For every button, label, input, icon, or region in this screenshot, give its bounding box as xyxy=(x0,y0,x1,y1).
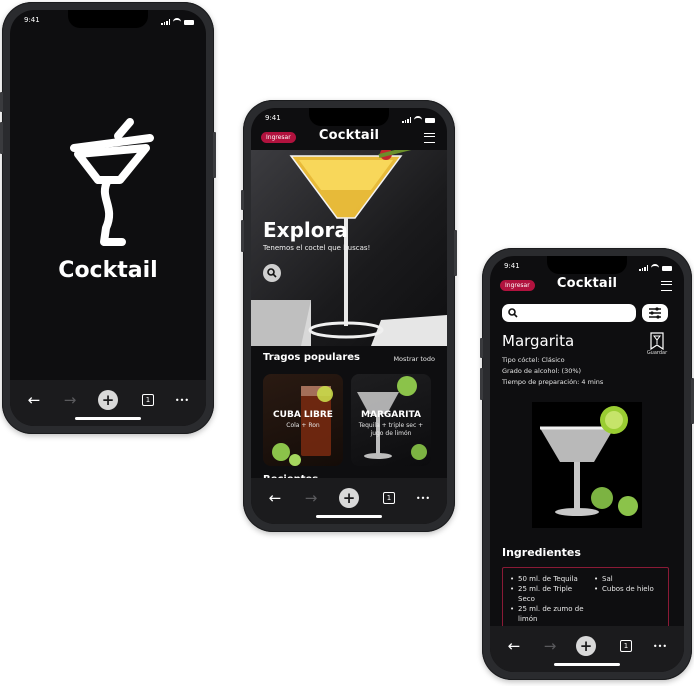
ingredients-list-right: Sal Cubos de hielo xyxy=(593,574,665,594)
battery-icon xyxy=(184,19,194,25)
tabs-count: 1 xyxy=(142,394,154,406)
forward-button[interactable]: → xyxy=(540,636,560,656)
card-title: CUBA LIBRE xyxy=(273,410,333,420)
card-title: MARGARITA xyxy=(361,410,421,420)
tabs-button[interactable]: 1 xyxy=(138,390,158,410)
status-time: 9:41 xyxy=(504,262,520,270)
screen: 9:41 Ingresar Cocktail Explora Tenemos e… xyxy=(251,108,447,524)
card-cuba-libre[interactable]: CUBA LIBRE Cola + Ron xyxy=(263,374,343,466)
phone-splash: 9:41 Cocktail ← → + 1 ••• xyxy=(0,2,216,434)
home-indicator xyxy=(75,417,141,420)
drink-type: Tipo cóctel: Clásico xyxy=(502,356,565,364)
ingredient-item: 25 ml. de zumo de limón xyxy=(509,604,589,624)
tabs-button[interactable]: 1 xyxy=(379,488,399,508)
side-button xyxy=(213,132,216,178)
status-bar: 9:41 xyxy=(265,114,435,126)
drink-name: Margarita xyxy=(502,332,575,350)
side-button xyxy=(454,230,457,276)
ingredient-item: Sal xyxy=(593,574,665,584)
cuba-libre-image xyxy=(272,386,333,466)
side-button xyxy=(241,190,244,210)
save-label: Guardar xyxy=(646,350,668,356)
ingredients-title: Ingredientes xyxy=(502,546,581,559)
app-brand: Cocktail xyxy=(556,276,618,291)
status-bar: 9:41 xyxy=(504,262,672,274)
wifi-icon xyxy=(414,116,422,124)
side-button xyxy=(480,368,483,400)
tabs-count: 1 xyxy=(620,640,632,652)
show-all-link[interactable]: Mostrar todo xyxy=(393,355,435,363)
signal-icon xyxy=(402,117,411,123)
filter-icon xyxy=(649,307,661,319)
home-indicator xyxy=(554,663,620,666)
wifi-icon xyxy=(173,18,181,26)
tabs-count: 1 xyxy=(383,492,395,504)
back-button[interactable]: ← xyxy=(265,488,285,508)
hero-subtitle: Tenemos el coctel que buscas! xyxy=(263,244,371,252)
new-tab-button[interactable]: + xyxy=(98,390,118,410)
ingredients-box: 50 ml. de Tequila 25 ml. de Triple Seco … xyxy=(502,567,669,633)
new-tab-button[interactable]: + xyxy=(576,636,596,656)
forward-button[interactable]: → xyxy=(60,390,80,410)
prep-time: Tiempo de preparación: 4 mins xyxy=(502,378,604,386)
search-button[interactable] xyxy=(263,264,281,282)
status-time: 9:41 xyxy=(265,114,281,122)
screen: 9:41 Ingresar Cocktail Margarita Guardar xyxy=(490,256,684,672)
menu-icon[interactable] xyxy=(424,133,435,143)
back-button[interactable]: ← xyxy=(504,636,524,656)
tabs-button[interactable]: 1 xyxy=(616,636,636,656)
ingredient-item: Cubos de hielo xyxy=(593,584,665,594)
splash-brand: Cocktail xyxy=(58,258,158,283)
phone-detail: 9:41 Ingresar Cocktail Margarita Guardar xyxy=(480,248,694,680)
drink-photo xyxy=(532,402,642,528)
more-button[interactable]: ••• xyxy=(650,636,670,656)
card-subtitle: Cola + Ron xyxy=(286,422,320,429)
margarita-image xyxy=(357,376,427,460)
forward-button[interactable]: → xyxy=(301,488,321,508)
phone-explore: 9:41 Ingresar Cocktail Explora Tenemos e… xyxy=(241,100,457,532)
browser-toolbar: ← → + 1 ••• xyxy=(251,478,447,524)
back-button[interactable]: ← xyxy=(24,390,44,410)
home-indicator xyxy=(316,515,382,518)
signal-icon xyxy=(639,265,648,271)
battery-icon xyxy=(662,265,672,271)
ingredients-list-left: 50 ml. de Tequila 25 ml. de Triple Seco … xyxy=(509,574,589,624)
app-brand: Cocktail xyxy=(318,128,380,143)
status-time: 9:41 xyxy=(24,16,40,24)
card-margarita[interactable]: MARGARITA Tequila + triple sec + jugo de… xyxy=(351,374,431,466)
menu-icon[interactable] xyxy=(661,281,672,291)
margarita-photo-image xyxy=(540,406,638,516)
status-bar: 9:41 xyxy=(24,16,194,28)
side-button xyxy=(480,338,483,358)
filter-button[interactable] xyxy=(642,304,668,322)
screen: 9:41 Cocktail ← → + 1 ••• xyxy=(10,10,206,426)
alcohol-grade: Grado de alcohol: (30%) xyxy=(502,367,582,375)
side-button xyxy=(241,220,244,252)
battery-icon xyxy=(425,117,435,123)
wifi-icon xyxy=(651,264,659,272)
search-icon xyxy=(267,268,277,278)
ingredient-item: 50 ml. de Tequila xyxy=(509,574,589,584)
cocktail-logo-icon xyxy=(70,118,154,246)
browser-toolbar: ← → + 1 ••• xyxy=(490,626,684,672)
more-button[interactable]: ••• xyxy=(172,390,192,410)
more-button[interactable]: ••• xyxy=(413,488,433,508)
ingredient-item: 25 ml. de Triple Seco xyxy=(509,584,589,604)
bookmark-cocktail-icon xyxy=(650,332,664,350)
browser-toolbar: ← → + 1 ••• xyxy=(10,380,206,426)
section-title: Tragos populares xyxy=(263,352,361,363)
save-button[interactable]: Guardar xyxy=(642,332,672,362)
app-header: Ingresar Cocktail xyxy=(500,276,674,296)
card-subtitle: Tequila + triple sec + jugo de limón xyxy=(358,422,424,437)
side-button xyxy=(0,122,3,154)
app-header: Ingresar Cocktail xyxy=(261,128,437,148)
signal-icon xyxy=(161,19,170,25)
side-button xyxy=(0,92,3,112)
hero-title: Explora xyxy=(263,218,348,242)
search-input[interactable] xyxy=(502,304,636,322)
hero-banner: Explora Tenemos el coctel que buscas! xyxy=(251,150,447,346)
new-tab-button[interactable]: + xyxy=(339,488,359,508)
search-icon xyxy=(508,308,518,318)
